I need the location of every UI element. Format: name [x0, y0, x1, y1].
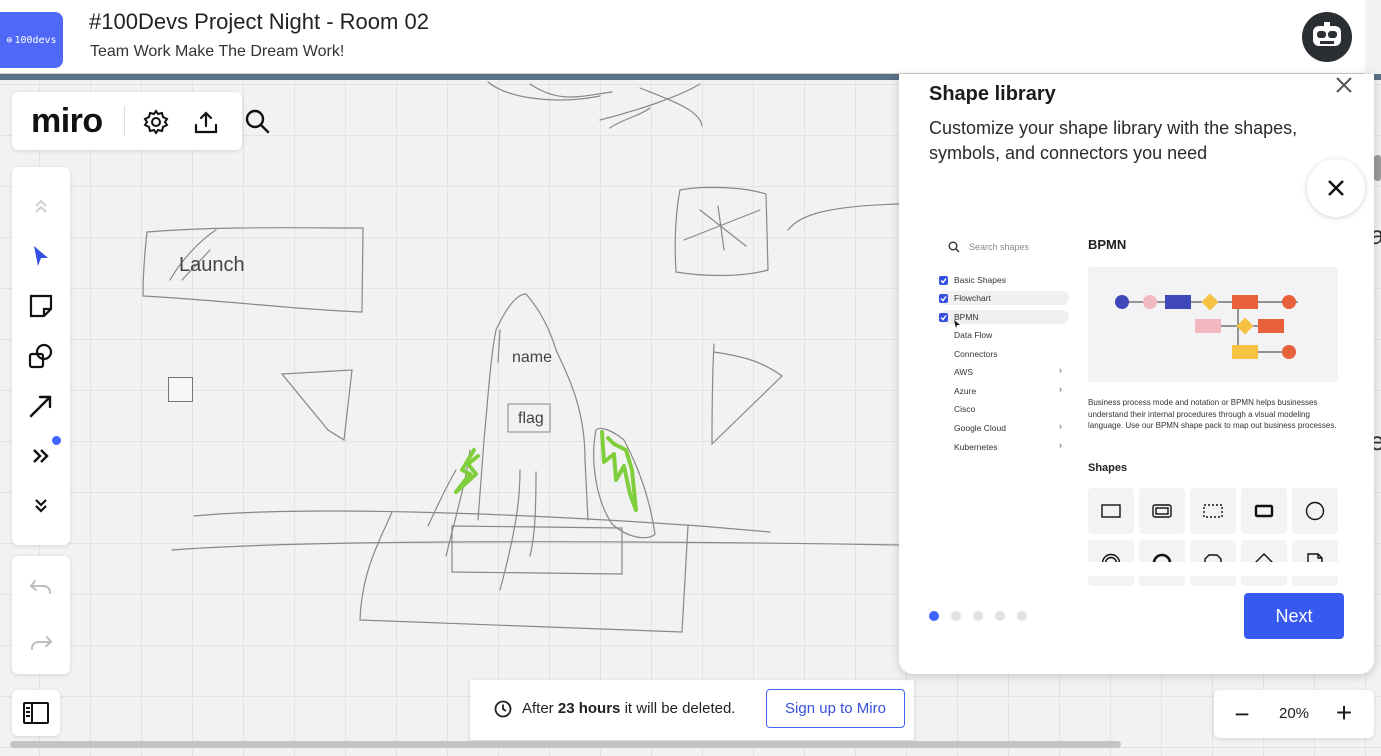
bpmn-flow-graphic: [1115, 293, 1298, 359]
zoom-control: − 20% +: [1214, 690, 1374, 738]
preview-item-connectors: Connectors: [954, 349, 998, 359]
preview-item-aws: AWS: [954, 367, 974, 377]
horizontal-scrollbar[interactable]: [10, 741, 1121, 748]
zoom-in-button[interactable]: +: [1324, 697, 1364, 728]
board-list-icon[interactable]: [12, 690, 60, 736]
notice-duration: 23 hours: [557, 700, 621, 717]
page-dot-2[interactable]: [951, 611, 961, 621]
cursor-pointer-icon: [953, 316, 961, 334]
page-dot-5[interactable]: [1017, 611, 1027, 621]
preview-bpmn-heading: BPMN: [1088, 237, 1127, 252]
settings-icon[interactable]: [140, 106, 172, 138]
collapse-up-icon[interactable]: [12, 184, 70, 228]
sticky-note-icon[interactable]: [12, 284, 70, 328]
preview-item-cisco: Cisco: [954, 404, 976, 414]
shapes-icon[interactable]: [12, 334, 70, 378]
room-title: #100Devs Project Night - Room 02: [89, 9, 429, 34]
preview-fade: [1079, 562, 1349, 576]
miro-brand-bar: miro: [12, 92, 242, 150]
preview-search-icon: [948, 240, 960, 258]
next-button[interactable]: Next: [1244, 593, 1344, 639]
preview-item-kubernetes: Kubernetes: [954, 442, 998, 452]
shape-library-panel: Shape library Customize your shape libra…: [899, 74, 1374, 674]
100devs-logo[interactable]: ⊜ 100devs: [0, 12, 63, 68]
launch-label: Launch: [179, 254, 245, 276]
redo-icon[interactable]: [12, 620, 70, 664]
more-tools-icon[interactable]: [12, 434, 70, 478]
pen-arrow-icon[interactable]: [12, 384, 70, 428]
notice-suffix: it will be deleted.: [624, 700, 736, 717]
check-icon: [939, 312, 948, 322]
expand-down-icon[interactable]: [12, 484, 70, 528]
preview-item-google-cloud: Google Cloud: [954, 423, 1006, 433]
canvas-square-shape[interactable]: [168, 377, 193, 402]
history-panel: [12, 556, 70, 674]
undo-icon[interactable]: [12, 564, 70, 608]
tool-panel: [12, 167, 70, 545]
page-dot-1[interactable]: [929, 611, 939, 621]
preview-item-basic-shapes: Basic Shapes: [939, 273, 1006, 287]
notification-dot: [52, 436, 61, 445]
circle-shape-icon: [1292, 488, 1338, 534]
check-icon: [939, 293, 948, 303]
preview-bpmn-description: Business process mode and notation or BP…: [1088, 398, 1337, 430]
bpmn-diagram-preview: [1088, 267, 1338, 382]
clock-icon: [494, 700, 512, 723]
preview-shapes-heading: Shapes: [1088, 462, 1128, 474]
page-dot-4[interactable]: [995, 611, 1005, 621]
search-icon[interactable]: [242, 106, 272, 136]
preview-item-azure: Azure: [954, 386, 977, 396]
deletion-message: After 23 hours it will be deleted.: [522, 700, 735, 717]
vertical-scroll-thumb[interactable]: [1374, 155, 1381, 181]
miro-logo[interactable]: miro: [31, 102, 103, 141]
notice-prefix: After: [522, 700, 554, 717]
panel-description: Customize your shape library with the sh…: [929, 118, 1298, 163]
chevron-right-icon: ›: [1059, 421, 1062, 431]
room-header: ⊜ 100devs #100Devs Project Night - Room …: [0, 0, 1365, 74]
select-cursor-icon[interactable]: [12, 234, 70, 278]
panel-title: Shape library: [929, 83, 1056, 105]
brand-divider: [124, 106, 125, 136]
name-label: name: [512, 349, 553, 366]
logo-mark-icon: ⊜: [6, 34, 13, 46]
dashed-rectangle-shape-icon: [1190, 488, 1236, 534]
logo-text: 100devs: [14, 34, 57, 46]
zoom-level[interactable]: 20%: [1270, 705, 1318, 722]
preview-search-placeholder: Search shapes: [969, 242, 1030, 252]
rectangle-shape-icon: [1088, 488, 1134, 534]
preview-item-data-flow: Data Flow: [954, 330, 993, 340]
check-icon: [939, 275, 948, 285]
page-dot-3[interactable]: [973, 611, 983, 621]
chevron-right-icon: ›: [1059, 384, 1062, 394]
deletion-notice: After 23 hours it will be deleted. Sign …: [470, 680, 914, 740]
double-rectangle-shape-icon: [1139, 488, 1185, 534]
close-icon: [1328, 180, 1344, 196]
room-subtitle: Team Work Make The Dream Work!: [90, 43, 345, 60]
flag-label: flag: [518, 410, 544, 427]
thick-rectangle-shape-icon: [1241, 488, 1287, 534]
robot-avatar-icon[interactable]: [1302, 12, 1352, 62]
zoom-out-button[interactable]: −: [1222, 699, 1262, 729]
pagination-dots: [929, 611, 1027, 621]
chevron-right-icon: ›: [1059, 365, 1062, 375]
preview-item-flowchart: Flowchart: [939, 291, 991, 305]
chevron-right-icon: ›: [1059, 440, 1062, 450]
close-onboarding-button[interactable]: [1307, 159, 1365, 217]
sign-up-button[interactable]: Sign up to Miro: [766, 689, 905, 728]
close-panel-icon[interactable]: [1333, 74, 1355, 96]
export-icon[interactable]: [190, 106, 222, 138]
